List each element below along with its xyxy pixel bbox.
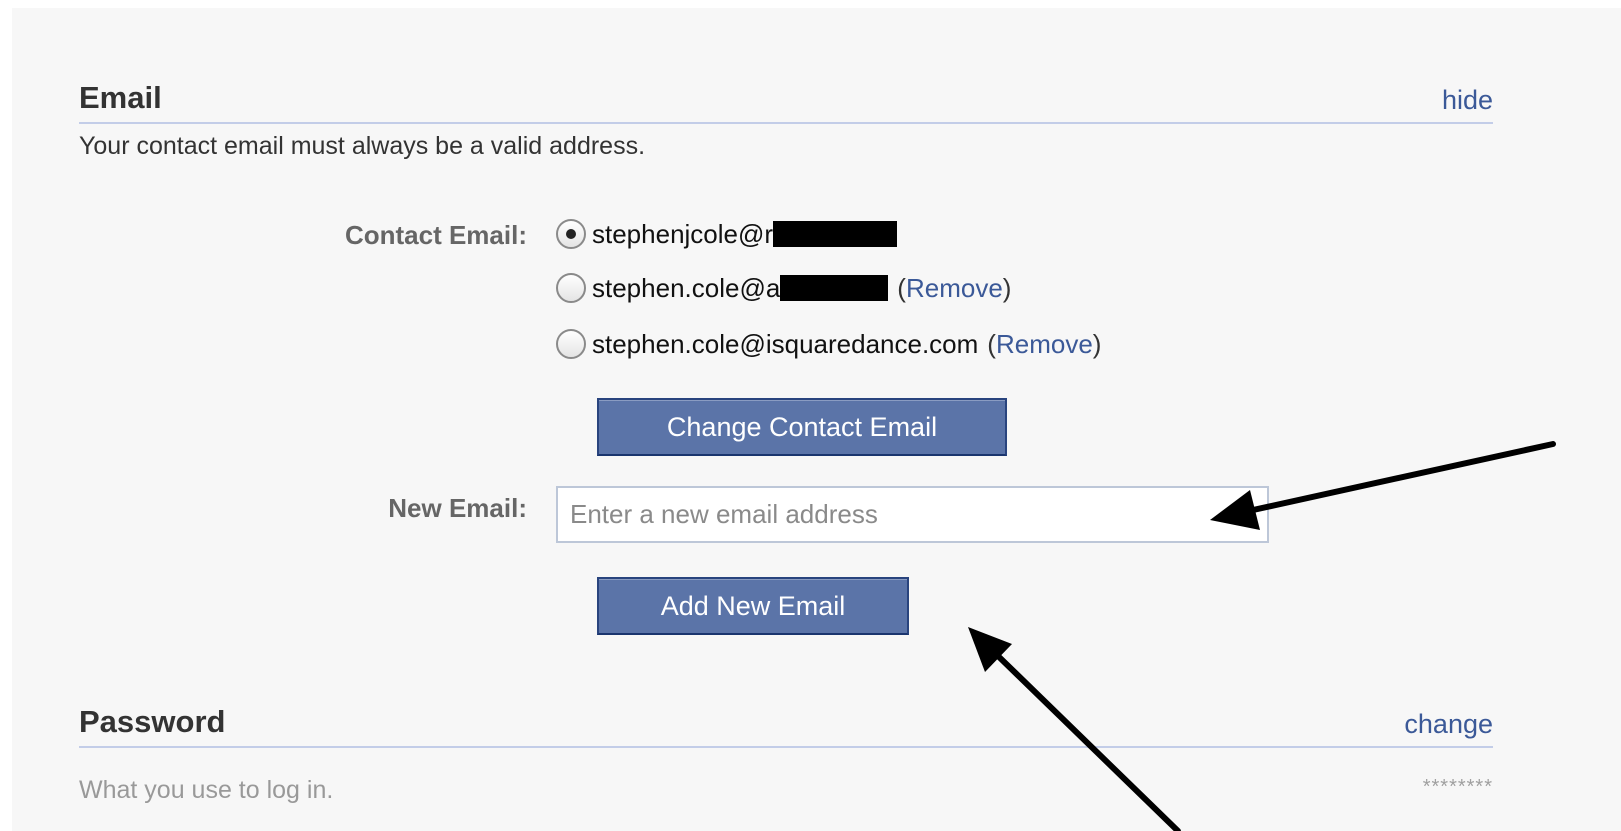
radio-dot <box>566 229 576 239</box>
remove-label: Remove <box>905 272 1003 303</box>
email-option-2: stephen.cole@a (Remove) <box>556 268 1011 308</box>
remove-email-3-link[interactable]: (Remove) <box>987 329 1101 360</box>
radio-selected-icon[interactable] <box>556 219 586 249</box>
paren-close: ) <box>1092 328 1102 359</box>
password-section-header: Password change <box>79 704 1493 748</box>
email-address-2: stephen.cole@a <box>592 272 781 303</box>
paren-open: ( <box>987 328 996 359</box>
password-masked-value: ******** <box>1422 776 1493 798</box>
email-section-header: Email hide <box>79 80 1493 124</box>
radio-unselected-icon[interactable] <box>556 273 586 303</box>
paren-open: ( <box>897 272 906 303</box>
new-email-label: New Email: <box>388 493 527 523</box>
email-section-description: Your contact email must always be a vali… <box>79 132 646 160</box>
change-password-link[interactable]: change <box>1404 709 1493 740</box>
contact-email-label: Contact Email: <box>344 220 527 250</box>
email-option-1: stephenjcole@r <box>556 214 898 254</box>
redacted-block-1 <box>773 221 898 247</box>
add-new-email-button[interactable]: Add New Email <box>597 577 909 635</box>
change-contact-email-button[interactable]: Change Contact Email <box>597 398 1007 456</box>
remove-label: Remove <box>995 328 1093 359</box>
paren-close: ) <box>1002 272 1012 303</box>
remove-email-2-link[interactable]: (Remove) <box>897 273 1011 304</box>
new-email-input[interactable] <box>556 486 1269 543</box>
hide-link[interactable]: hide <box>1442 85 1493 116</box>
email-option-3: stephen.cole@isquaredance.com (Remove) <box>556 324 1101 364</box>
email-address-3: stephen.cole@isquaredance.com <box>592 328 979 359</box>
email-address-1: stephenjcole@r <box>592 218 774 249</box>
radio-unselected-icon[interactable] <box>556 329 586 359</box>
redacted-block-2 <box>780 275 889 301</box>
email-section-title: Email <box>79 80 162 115</box>
password-section-description: What you use to log in. <box>79 776 334 804</box>
password-section-title: Password <box>79 704 226 739</box>
